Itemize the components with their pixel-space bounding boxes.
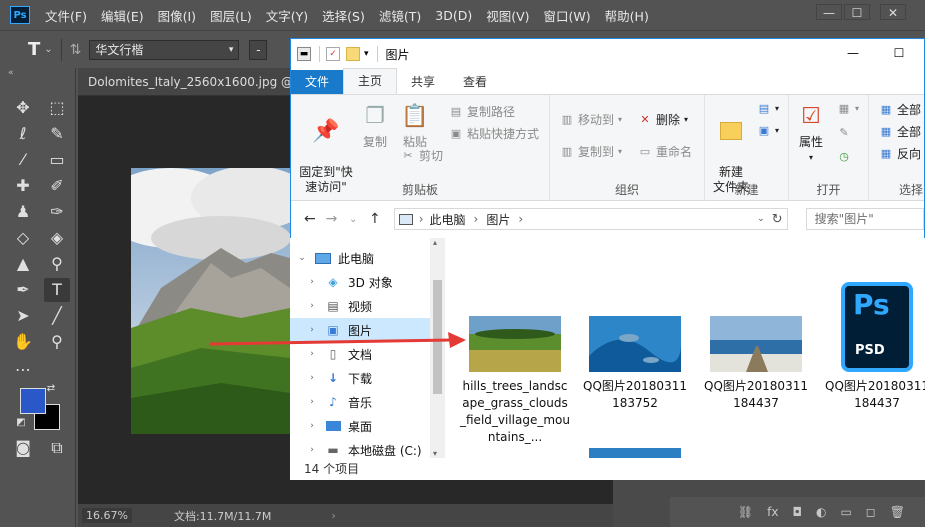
annotation-arrow xyxy=(209,332,466,348)
foreground-color-swatch[interactable] xyxy=(20,388,46,414)
